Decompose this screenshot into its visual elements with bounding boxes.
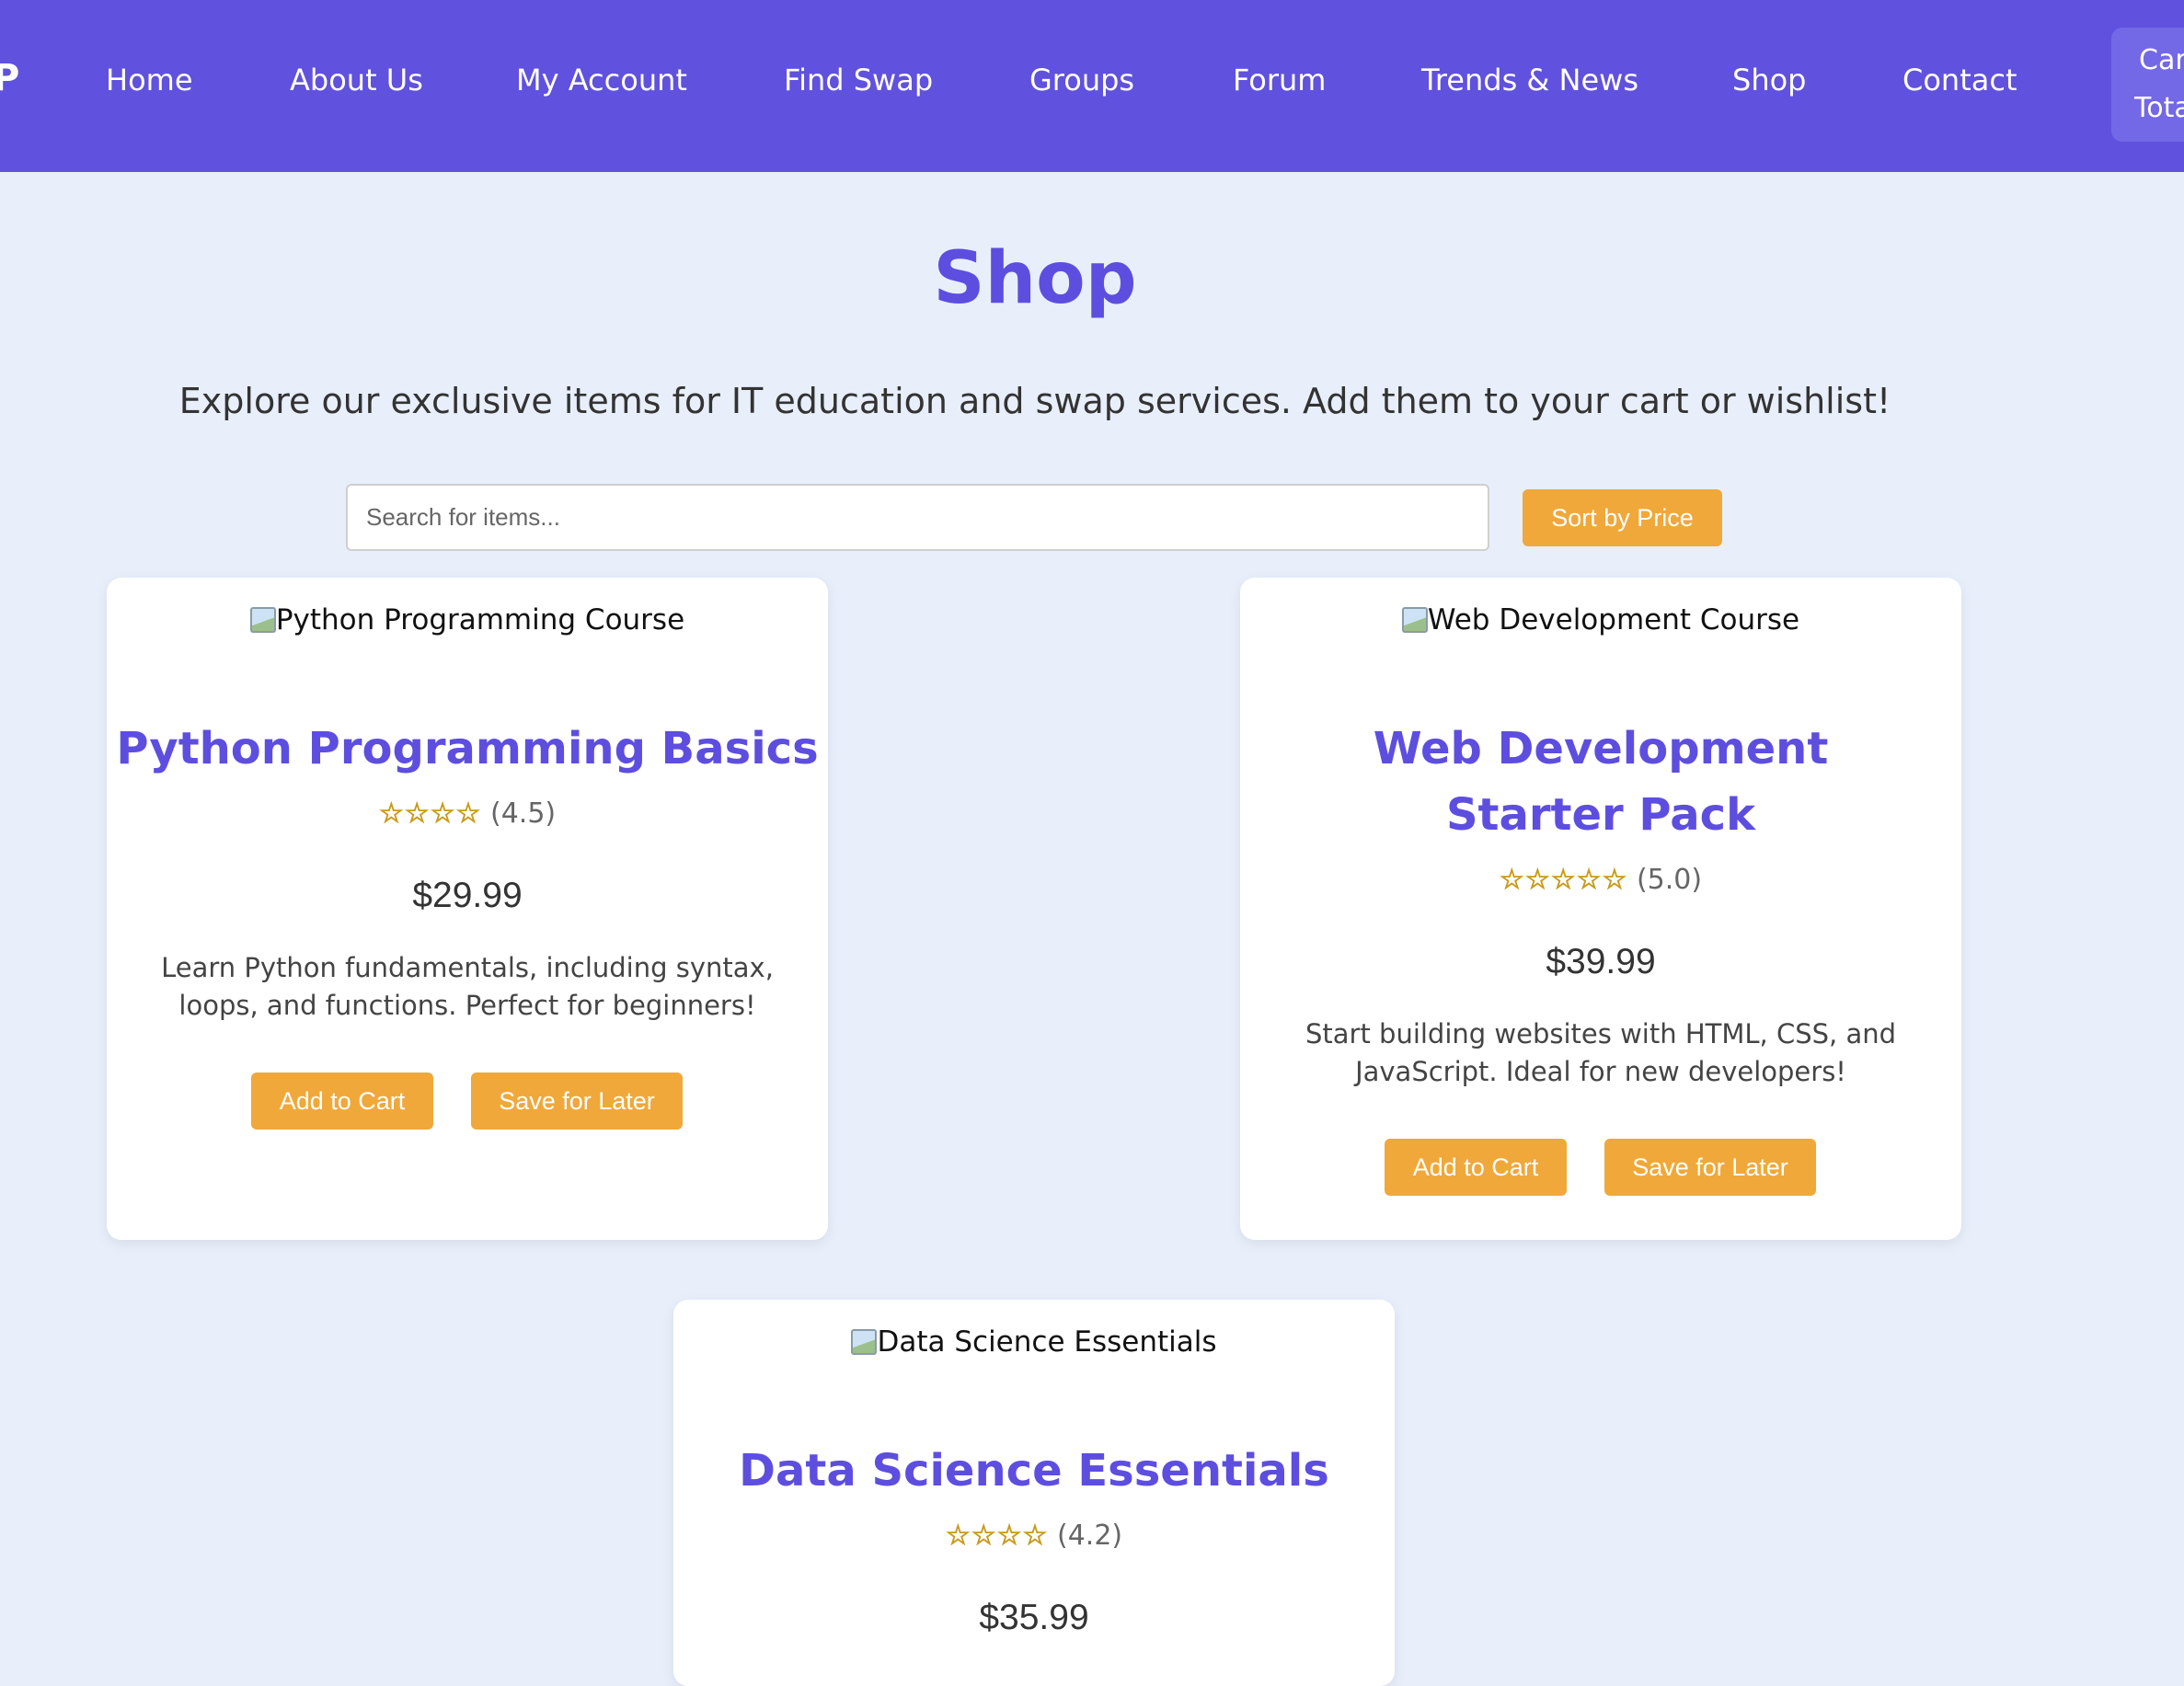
product-image: Web Development Course (1240, 603, 1961, 637)
nav-link-trends-news[interactable]: Trends & News (1421, 63, 1638, 97)
star-rating-icon: ☆☆☆☆☆ (1499, 864, 1628, 897)
rating-value: (4.5) (490, 797, 557, 830)
navbar: P Home About Us My Account Find Swap Gro… (0, 0, 2184, 172)
product-image-alt: Python Programming Course (275, 603, 685, 637)
cart-label: Cart (2139, 44, 2184, 76)
nav-link-shop[interactable]: Shop (1732, 63, 1806, 97)
product-rating: ☆☆☆☆☆ (5.0) (1240, 864, 1961, 897)
logo[interactable]: P (0, 57, 19, 99)
product-image-alt: Web Development Course (1427, 603, 1800, 637)
product-image: Data Science Essentials (673, 1325, 1395, 1359)
cart-total-label: Total (2134, 92, 2184, 124)
save-for-later-button[interactable]: Save for Later (471, 1072, 683, 1130)
product-price: $39.99 (1546, 942, 1656, 981)
search-input[interactable] (346, 484, 1489, 551)
product-title: Web Development Starter Pack (1373, 723, 1829, 841)
broken-image-icon (1401, 607, 1428, 633)
product-rating: ☆☆☆☆ (4.5) (107, 797, 828, 831)
star-rating-icon: ☆☆☆☆ (945, 1520, 1049, 1553)
nav-link-find-swap[interactable]: Find Swap (784, 63, 933, 97)
cart-summary-button[interactable]: Cart Total (2111, 28, 2184, 142)
product-card-web-dev: Web Development Course Web Development S… (1240, 578, 1961, 1240)
sort-by-price-button[interactable]: Sort by Price (1523, 489, 1722, 546)
star-rating-icon: ☆☆☆☆ (378, 797, 482, 831)
broken-image-icon (249, 607, 276, 633)
nav-link-forum[interactable]: Forum (1233, 63, 1326, 97)
product-image: Python Programming Course (107, 603, 828, 637)
product-price: $29.99 (412, 876, 523, 915)
product-title: Data Science Essentials (739, 1445, 1329, 1497)
product-title: Python Programming Basics (116, 723, 819, 774)
product-image-alt: Data Science Essentials (877, 1325, 1217, 1359)
product-description: Start building websites with HTML, CSS, … (1305, 1018, 1897, 1087)
save-for-later-button[interactable]: Save for Later (1604, 1139, 1816, 1196)
product-rating: ☆☆☆☆ (4.2) (673, 1520, 1395, 1553)
page-intro: Explore our exclusive items for IT educa… (178, 381, 1891, 421)
broken-image-icon (851, 1329, 878, 1355)
product-card-data-science: Data Science Essentials Data Science Ess… (673, 1300, 1395, 1686)
product-card-python: Python Programming Course Python Program… (107, 578, 828, 1240)
product-description: Learn Python fundamentals, including syn… (161, 952, 774, 1021)
rating-value: (4.2) (1057, 1520, 1123, 1552)
rating-value: (5.0) (1636, 864, 1703, 896)
add-to-cart-button[interactable]: Add to Cart (1385, 1139, 1567, 1196)
nav-link-my-account[interactable]: My Account (516, 63, 687, 97)
nav-link-about-us[interactable]: About Us (290, 63, 423, 97)
nav-link-home[interactable]: Home (106, 63, 193, 97)
nav-link-groups[interactable]: Groups (1029, 63, 1134, 97)
add-to-cart-button[interactable]: Add to Cart (251, 1072, 433, 1130)
nav-link-contact[interactable]: Contact (1902, 63, 2017, 97)
page-title: Shop (933, 237, 1137, 320)
product-price: $35.99 (979, 1598, 1089, 1637)
